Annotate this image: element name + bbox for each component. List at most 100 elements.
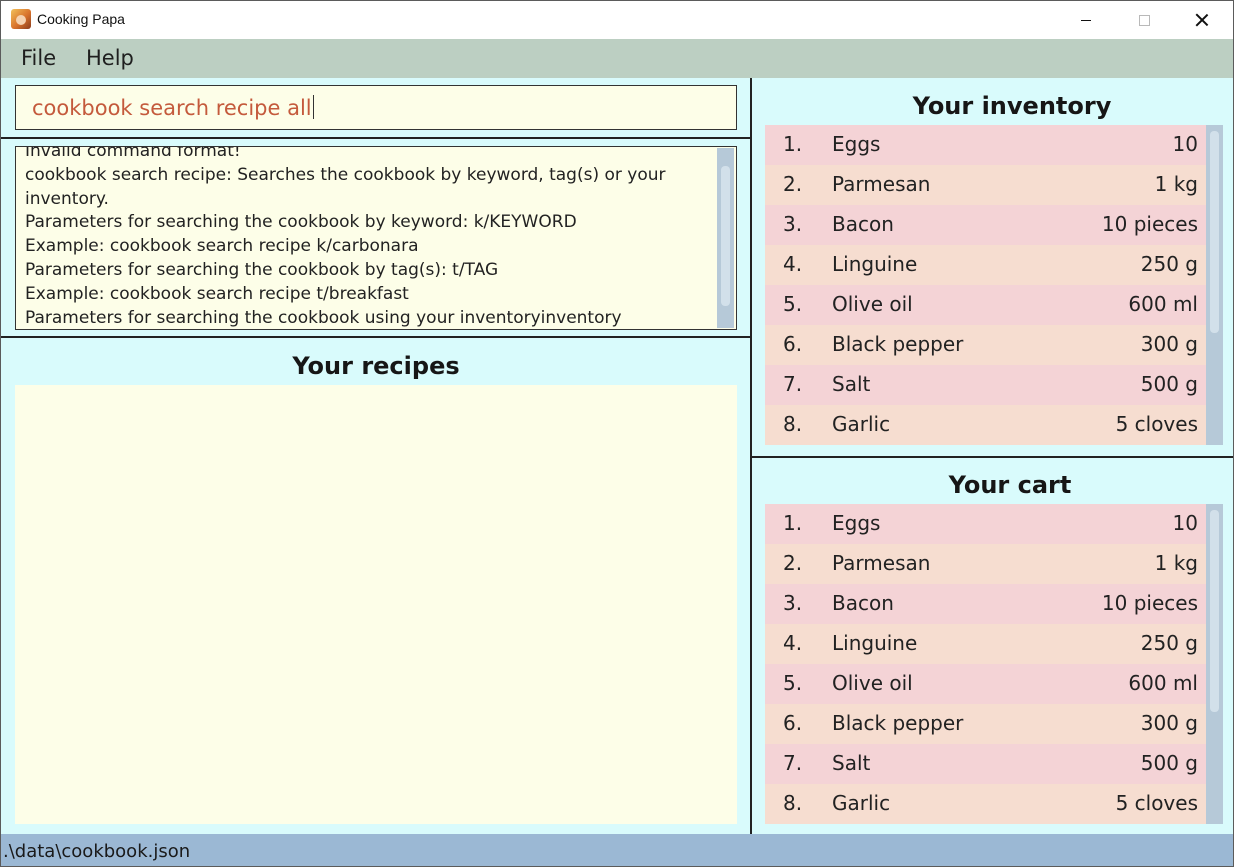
- item-index: 1.: [783, 511, 803, 535]
- cart-list[interactable]: 1. Eggs 10 2. Parmesan 1 kg 3. Bacon 10 pieces 4.…: [765, 504, 1223, 824]
- cart-item[interactable]: 8. Garlic 5 cloves: [765, 784, 1206, 824]
- item-quantity: 500 g: [1140, 751, 1198, 775]
- item-index: 4.: [783, 631, 803, 655]
- minimize-button[interactable]: [1057, 1, 1115, 39]
- result-line: Invalid command format!: [25, 146, 241, 161]
- cart-item[interactable]: 5. Olive oil 600 ml: [765, 664, 1206, 704]
- cart-item[interactable]: 4. Linguine 250 g: [765, 624, 1206, 664]
- divider: [1, 137, 750, 139]
- item-name: Black pepper: [832, 711, 964, 735]
- item-name: Olive oil: [832, 671, 913, 695]
- command-text: cookbook search recipe all: [32, 95, 314, 120]
- cart-item[interactable]: 6. Black pepper 300 g: [765, 704, 1206, 744]
- app-window: Cooking Papa File Help cookbook search r…: [0, 0, 1234, 867]
- item-index: 5.: [783, 292, 803, 316]
- item-name: Bacon: [832, 591, 894, 615]
- item-name: Salt: [832, 372, 871, 396]
- inventory-scrollbar-thumb[interactable]: [1210, 131, 1219, 333]
- result-text: Invalid command format! cookbook search r…: [25, 146, 715, 329]
- item-quantity: 250 g: [1140, 252, 1198, 276]
- command-input[interactable]: cookbook search recipe all: [15, 85, 737, 130]
- item-index: 3.: [783, 591, 803, 615]
- item-index: 7.: [783, 751, 803, 775]
- status-file-path: .\data\cookbook.json: [3, 841, 191, 862]
- result-line: Parameters for searching the cookbook us…: [25, 307, 622, 328]
- right-pane: Your inventory 1. Eggs 10 2. Parmesan 1 kg 3. B…: [752, 78, 1233, 834]
- inventory-item[interactable]: 2. Parmesan 1 kg: [765, 165, 1206, 205]
- maximize-button[interactable]: [1115, 1, 1173, 39]
- item-name: Bacon: [832, 212, 894, 236]
- item-index: 2.: [783, 172, 803, 196]
- cart-title: Your cart: [948, 471, 1072, 499]
- menu-bar: File Help: [1, 39, 1233, 78]
- item-quantity: 10: [1172, 132, 1198, 156]
- inventory-item[interactable]: 6. Black pepper 300 g: [765, 325, 1206, 365]
- item-quantity: 300 g: [1140, 332, 1198, 356]
- cart-item[interactable]: 2. Parmesan 1 kg: [765, 544, 1206, 584]
- item-quantity: 10 pieces: [1101, 212, 1198, 236]
- cart-item[interactable]: 3. Bacon 10 pieces: [765, 584, 1206, 624]
- close-icon: [1195, 13, 1209, 27]
- item-quantity: 1 kg: [1154, 172, 1198, 196]
- item-quantity: 10 pieces: [1101, 591, 1198, 615]
- cart-item[interactable]: 1. Eggs 10: [765, 504, 1206, 544]
- item-quantity: 1 kg: [1154, 551, 1198, 575]
- left-pane: cookbook search recipe all Invalid comma…: [1, 78, 750, 834]
- close-button[interactable]: [1173, 1, 1231, 39]
- title-bar[interactable]: Cooking Papa: [1, 1, 1233, 39]
- item-index: 1.: [783, 132, 803, 156]
- inventory-item[interactable]: 3. Bacon 10 pieces: [765, 205, 1206, 245]
- inventory-scrollbar[interactable]: [1206, 125, 1223, 445]
- item-name: Parmesan: [832, 172, 931, 196]
- item-index: 4.: [783, 252, 803, 276]
- minimize-icon: [1081, 19, 1091, 21]
- item-name: Garlic: [832, 791, 891, 815]
- inventory-item[interactable]: 4. Linguine 250 g: [765, 245, 1206, 285]
- item-name: Parmesan: [832, 551, 931, 575]
- result-scrollbar[interactable]: [717, 148, 734, 328]
- divider: [1, 336, 750, 338]
- result-line: Example: cookbook search recipe t/breakf…: [25, 283, 409, 304]
- item-quantity: 500 g: [1140, 372, 1198, 396]
- menu-help[interactable]: Help: [86, 46, 134, 70]
- item-name: Linguine: [832, 631, 918, 655]
- inventory-item[interactable]: 8. Garlic 5 cloves: [765, 405, 1206, 445]
- result-line: cookbook search recipe: Searches the coo…: [25, 164, 666, 185]
- item-quantity: 250 g: [1140, 631, 1198, 655]
- cart-item[interactable]: 7. Salt 500 g: [765, 744, 1206, 784]
- item-name: Garlic: [832, 412, 891, 436]
- recipes-title: Your recipes: [292, 352, 460, 380]
- item-name: Eggs: [832, 132, 881, 156]
- item-index: 7.: [783, 372, 803, 396]
- item-index: 8.: [783, 791, 803, 815]
- item-index: 6.: [783, 332, 803, 356]
- item-name: Black pepper: [832, 332, 964, 356]
- inventory-item[interactable]: 5. Olive oil 600 ml: [765, 285, 1206, 325]
- item-name: Linguine: [832, 252, 918, 276]
- item-quantity: 600 ml: [1128, 292, 1198, 316]
- item-quantity: 10: [1172, 511, 1198, 535]
- item-index: 2.: [783, 551, 803, 575]
- maximize-icon: [1138, 14, 1150, 26]
- item-quantity: 600 ml: [1128, 671, 1198, 695]
- menu-file[interactable]: File: [21, 46, 56, 70]
- result-scrollbar-thumb[interactable]: [721, 166, 730, 306]
- inventory-item[interactable]: 1. Eggs 10: [765, 125, 1206, 165]
- item-index: 6.: [783, 711, 803, 735]
- inventory-list[interactable]: 1. Eggs 10 2. Parmesan 1 kg 3. Bacon 10 pieces 4.…: [765, 125, 1223, 445]
- inventory-item[interactable]: 7. Salt 500 g: [765, 365, 1206, 405]
- result-line: Parameters for searching the cookbook by…: [25, 259, 499, 280]
- item-quantity: 5 cloves: [1115, 412, 1198, 436]
- item-name: Salt: [832, 751, 871, 775]
- item-index: 8.: [783, 412, 803, 436]
- result-display[interactable]: Invalid command format! cookbook search r…: [15, 146, 737, 330]
- result-line: inventory.: [25, 188, 109, 209]
- cart-scrollbar[interactable]: [1206, 504, 1223, 824]
- divider: [752, 456, 1233, 458]
- recipes-list[interactable]: [15, 385, 737, 824]
- cart-scrollbar-thumb[interactable]: [1210, 510, 1219, 712]
- result-line: Parameters for searching the cookbook by…: [25, 212, 577, 233]
- item-index: 3.: [783, 212, 803, 236]
- result-line: Example: cookbook search recipe k/carbon…: [25, 236, 419, 257]
- item-name: Olive oil: [832, 292, 913, 316]
